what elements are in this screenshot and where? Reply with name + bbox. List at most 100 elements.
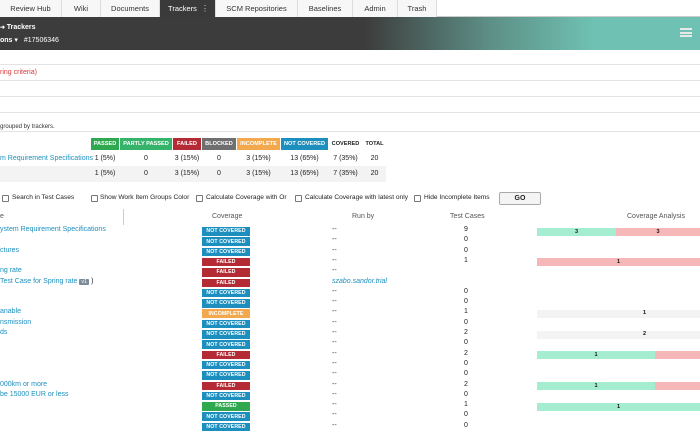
tab-label: Trackers bbox=[168, 4, 197, 13]
run-by-user-link[interactable]: szabo.sandor.trial bbox=[332, 278, 387, 285]
go-button[interactable]: GO bbox=[499, 192, 541, 205]
tab-label: Review Hub bbox=[10, 4, 51, 13]
run-by-value: -- bbox=[332, 339, 337, 347]
row-name-link[interactable]: anable bbox=[0, 308, 21, 315]
tab-label: Trash bbox=[407, 4, 427, 13]
summary-row-label[interactable]: m Requirement Specifications bbox=[0, 155, 93, 162]
summary-header-covered: COVERED bbox=[331, 141, 360, 147]
column-divider[interactable] bbox=[123, 209, 124, 225]
summary-cell: 0 bbox=[144, 155, 148, 162]
run-by-value: -- bbox=[332, 380, 337, 388]
coverage-analysis-segment bbox=[655, 351, 700, 360]
coverage-status-badge: NOT COVERED bbox=[202, 299, 250, 308]
tab-review-hub[interactable]: Review Hub bbox=[0, 0, 62, 17]
coverage-analysis-segment: 1 bbox=[537, 382, 655, 390]
summary-cell: 1 (5%) bbox=[94, 155, 116, 162]
run-by-value: -- bbox=[332, 411, 337, 419]
column-header-run-by[interactable]: Run by bbox=[352, 213, 374, 220]
summary-cell: 0 bbox=[144, 170, 148, 177]
coverage-status-badge: NOT COVERED bbox=[202, 391, 250, 401]
title-dropdown-icon[interactable]: ▾ bbox=[14, 37, 19, 44]
tab-baselines[interactable]: Baselines bbox=[298, 0, 353, 17]
run-by-value: -- bbox=[332, 370, 337, 378]
row-name-link[interactable]: ystem Requirement Specifications bbox=[0, 226, 106, 233]
row-name-link[interactable]: ds bbox=[0, 329, 7, 336]
column-header-test-cases[interactable]: Test Cases bbox=[450, 213, 485, 220]
summary-cell: 3 (15%) bbox=[246, 155, 271, 162]
list-menu-icon[interactable] bbox=[680, 28, 692, 39]
column-header-coverage[interactable]: Coverage bbox=[212, 213, 242, 220]
coverage-analysis-segment: 3 bbox=[616, 227, 700, 236]
run-by-value: -- bbox=[332, 359, 337, 367]
tab-documents[interactable]: Documents bbox=[101, 0, 160, 17]
summary-header-passed: PASSED bbox=[91, 138, 119, 150]
breadcrumb[interactable]: ➜ Trackers bbox=[0, 24, 36, 31]
row-name-text: ctures bbox=[0, 246, 20, 254]
summary-cell: 3 (15%) bbox=[174, 170, 200, 177]
test-case-count: 0 bbox=[464, 390, 468, 398]
row-name-link[interactable]: ctures bbox=[0, 247, 19, 254]
coverage-status-badge: FAILED bbox=[202, 381, 250, 390]
test-case-count: 0 bbox=[464, 421, 468, 429]
coverage-status-badge: PASSED bbox=[202, 402, 250, 411]
page-title-text: ons bbox=[0, 37, 13, 44]
coverage-status-badge: NOT COVERED bbox=[202, 227, 250, 236]
run-by-value: -- bbox=[332, 256, 337, 264]
page-title: ons ▾ #17506346 bbox=[0, 36, 59, 44]
run-by-value: -- bbox=[332, 246, 337, 254]
tab-wiki[interactable]: Wiki bbox=[62, 0, 101, 17]
coverage-status-badge: NOT COVERED bbox=[202, 247, 250, 257]
top-tab-bar: Review Hub Wiki Documents Trackers ⋮ SCM … bbox=[0, 0, 700, 17]
item-id: #17506346 bbox=[23, 37, 59, 44]
summary-cell: 13 (65%) bbox=[290, 155, 319, 162]
row-name-link[interactable]: 000km or more bbox=[0, 381, 47, 388]
column-header-name[interactable]: e bbox=[0, 213, 4, 220]
test-case-count: 0 bbox=[464, 359, 468, 367]
summary-header-partly-passed: PARTLY PASSED bbox=[120, 138, 172, 150]
page-header: ➜ Trackers ons ▾ #17506346 bbox=[0, 17, 700, 50]
row-name-link[interactable]: be 15000 EUR or less bbox=[0, 391, 68, 398]
tab-trash[interactable]: Trash bbox=[398, 0, 437, 17]
tab-label: SCM Repositories bbox=[226, 4, 287, 13]
more-dots-icon[interactable]: ⋮ bbox=[201, 4, 209, 13]
tab-admin[interactable]: Admin bbox=[353, 0, 398, 17]
summary-cell: 7 (35%) bbox=[333, 155, 358, 162]
summary-cell: 13 (65%) bbox=[290, 170, 319, 177]
test-case-count: 0 bbox=[464, 287, 468, 295]
coverage-latest-label: Calculate Coverage with latest only bbox=[305, 194, 408, 201]
summary-cell: 20 bbox=[370, 155, 379, 162]
row-name-text: ng rate bbox=[0, 267, 22, 275]
row-name-link[interactable]: nsmission bbox=[0, 319, 31, 326]
row-name-link[interactable]: Test Case for Spring rate v1 ) bbox=[0, 278, 93, 285]
row-name-link[interactable]: ng rate bbox=[0, 267, 22, 274]
breadcrumb-arrow-icon: ➜ bbox=[0, 25, 7, 31]
coverage-status-badge: FAILED bbox=[202, 350, 250, 360]
breadcrumb-trackers[interactable]: Trackers bbox=[7, 24, 36, 31]
summary-cell: 1 (5%) bbox=[94, 170, 116, 177]
search-test-cases-label: Search in Test Cases bbox=[12, 194, 75, 201]
row-name-text: 000km or more bbox=[0, 380, 48, 388]
column-header-coverage-analysis[interactable]: Coverage Analysis bbox=[627, 213, 685, 220]
row-name-text: anable bbox=[0, 308, 22, 316]
row-name-text: nsmission bbox=[0, 318, 32, 326]
summary-cell: 20 bbox=[370, 170, 379, 177]
coverage-status-badge: NOT COVERED bbox=[202, 288, 250, 298]
search-test-cases-checkbox[interactable] bbox=[2, 195, 9, 202]
run-by-value: -- bbox=[332, 226, 337, 233]
tab-label: Baselines bbox=[308, 4, 342, 13]
test-case-count: 1 bbox=[464, 256, 468, 264]
hide-incomplete-checkbox[interactable] bbox=[414, 195, 421, 202]
row-name-text: ds bbox=[0, 329, 8, 336]
test-case-count: 0 bbox=[464, 411, 468, 419]
tab-label: Admin bbox=[364, 4, 386, 13]
groups-color-checkbox[interactable] bbox=[91, 195, 98, 202]
coverage-latest-checkbox[interactable] bbox=[295, 195, 302, 202]
run-by-value: -- bbox=[332, 401, 337, 409]
coverage-status-badge: FAILED bbox=[202, 278, 250, 287]
tab-trackers[interactable]: Trackers ⋮ bbox=[160, 0, 216, 17]
coverage-or-checkbox[interactable] bbox=[196, 195, 203, 202]
summary-header-incomplete: INCOMPLETE bbox=[237, 138, 280, 150]
test-case-count: 2 bbox=[464, 380, 468, 388]
tab-scm-repositories[interactable]: SCM Repositories bbox=[216, 0, 298, 17]
row-name-tail: ) bbox=[89, 277, 94, 285]
